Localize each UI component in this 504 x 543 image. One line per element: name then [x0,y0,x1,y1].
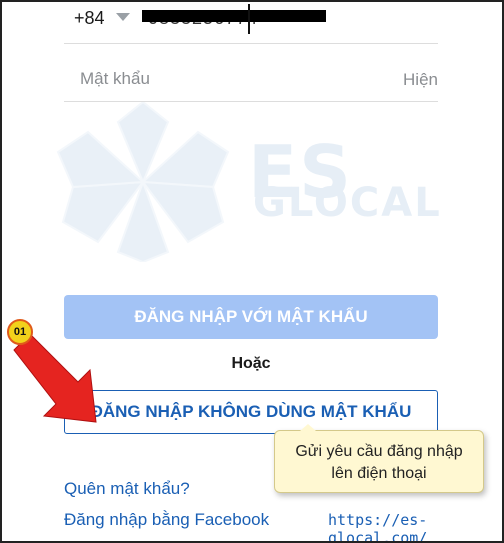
watermark-text-glocal: GLOCAL [253,180,442,226]
or-separator: Hoặc [231,355,271,372]
tooltip: Gửi yêu cầu đăng nhập lên điện thoại [274,430,484,493]
tooltip-line-2: lên điện thoại [331,465,427,482]
login-without-password-button[interactable]: ĐĂNG NHẬP KHÔNG DÙNG MẬT KHẨU [64,390,438,434]
tooltip-line-1: Gửi yêu cầu đăng nhập [295,443,463,460]
country-code-selector[interactable]: +84 [74,8,105,29]
redaction-bar [142,10,326,22]
password-field[interactable]: Hiện [64,58,438,102]
step-badge: 01 [7,319,33,345]
forgot-password-link[interactable]: Quên mật khẩu? [64,479,190,499]
watermark-logo: ES GLOCAL [48,100,458,264]
watermark-site-url: https://es-glocal.com/ [328,511,428,543]
login-facebook-link[interactable]: Đăng nhập bằng Facebook [64,510,269,530]
text-cursor [248,4,250,34]
password-input[interactable] [80,66,360,92]
phone-field[interactable]: +84 0833256774 [64,0,438,44]
tooltip-tail [300,424,316,431]
chevron-down-icon[interactable] [116,13,130,21]
watermark-star-icon [56,100,230,264]
login-with-password-button[interactable]: ĐĂNG NHẬP VỚI MẬT KHẨU [64,295,438,339]
show-password-toggle[interactable]: Hiện [403,70,438,90]
